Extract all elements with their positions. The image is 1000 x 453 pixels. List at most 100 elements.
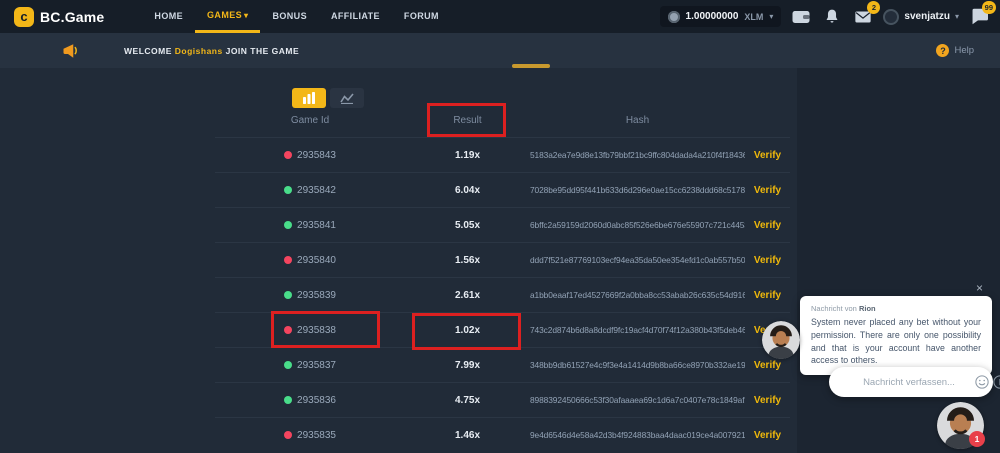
notifications-button[interactable]: [821, 7, 843, 27]
game-id: 2935836: [297, 395, 336, 406]
welcome-suffix: JOIN THE GAME: [226, 46, 300, 56]
result-value: 7.99x: [405, 360, 530, 371]
chat-sender: Rion: [859, 304, 876, 313]
username: svenjatzu: [904, 11, 950, 22]
status-dot: [284, 291, 292, 299]
help-label: Help: [954, 45, 974, 56]
hash-value: 8988392450666c53f30afaaaea69c1d6a7c0407e…: [530, 395, 745, 405]
table-row: 2935839 2.61x a1bb0eaaf17ed4527669f2a0bb…: [215, 277, 790, 312]
game-id: 2935835: [297, 430, 336, 441]
status-dot: [284, 431, 292, 439]
verify-button[interactable]: Verify: [745, 220, 790, 231]
close-icon[interactable]: ×: [976, 282, 983, 294]
trend-line-icon: [340, 93, 354, 104]
bcgame-logo[interactable]: c BC.Game: [14, 7, 104, 27]
active-tab-indicator: [512, 64, 550, 68]
bar-chart-icon: [302, 92, 316, 104]
verify-button[interactable]: Verify: [745, 255, 790, 266]
verify-button[interactable]: Verify: [745, 360, 790, 371]
status-dot: [284, 396, 292, 404]
hash-value: 743c2d874b6d8a8dcdf9fc19acf4d70f74f12a38…: [530, 325, 745, 335]
chat-sender-avatar: [762, 321, 800, 359]
chat-toggle-button[interactable]: 99: [968, 7, 990, 27]
hash-value: ddd7f521e87769103ecf94ea35da50ee354efd1c…: [530, 255, 745, 265]
all-bets-view-button[interactable]: [292, 88, 326, 108]
result-value: 5.05x: [405, 220, 530, 231]
game-id: 2935840: [297, 255, 336, 266]
logo-text: BC.Game: [40, 9, 104, 25]
table-row: 2935843 1.19x 5183a2ea7e9d8e13fb79bbf21b…: [215, 137, 790, 172]
coin-icon: [668, 11, 680, 23]
wallet-button[interactable]: [790, 7, 812, 27]
column-header-game-id: Game Id: [215, 115, 405, 126]
status-dot: [284, 186, 292, 194]
nav-games[interactable]: GAMES▾: [195, 0, 260, 33]
table-row: 2935840 1.56x ddd7f521e87769103ecf94ea35…: [215, 242, 790, 277]
chat-from: Nachricht von Rion: [811, 304, 981, 313]
nav-home[interactable]: HOME: [142, 0, 195, 33]
hash-value: 9e4d6546d4e58a42d3b4f924883baa4daac019ce…: [530, 430, 745, 440]
wallet-icon: [792, 10, 810, 24]
chat-badge: 99: [982, 1, 996, 14]
verify-button[interactable]: Verify: [745, 290, 790, 301]
table-row: 2935842 6.04x 7028be95dd95f441b633d6d296…: [215, 172, 790, 207]
chat-message-card: Nachricht von Rion System never placed a…: [800, 296, 992, 375]
bell-icon: [825, 9, 839, 24]
verify-button[interactable]: Verify: [745, 150, 790, 161]
balance-amount: 1.00000000: [686, 11, 739, 22]
table-row: 2935835 1.46x 9e4d6546d4e58a42d3b4f92488…: [215, 417, 790, 452]
trend-view-button[interactable]: [330, 88, 364, 108]
verify-button[interactable]: Verify: [745, 395, 790, 406]
welcome-message: WELCOME Dogishans JOIN THE GAME: [124, 46, 299, 56]
chat-input-bar: [829, 367, 993, 397]
column-header-hash: Hash: [530, 115, 745, 126]
user-menu[interactable]: svenjatzu ▾: [883, 9, 959, 25]
result-value: 1.46x: [405, 430, 530, 441]
balance-selector[interactable]: 1.00000000 XLM ▾: [660, 6, 782, 27]
hash-value: a1bb0eaaf17ed4527669f2a0bba8cc53abab26c6…: [530, 290, 745, 300]
help-link[interactable]: ? Help: [936, 44, 974, 57]
game-id: 2935843: [297, 150, 336, 161]
game-id: 2935842: [297, 185, 336, 196]
page: c BC.Game HOME GAMES▾ BONUS AFFILIATE FO…: [0, 0, 1000, 453]
annotation-box-game-id: [271, 311, 380, 348]
info-icon[interactable]: [993, 375, 1000, 389]
messages-badge: 2: [867, 1, 880, 14]
result-value: 2.61x: [405, 290, 530, 301]
game-id: 2935837: [297, 360, 336, 371]
result-value: 6.04x: [405, 185, 530, 196]
nav-bonus[interactable]: BONUS: [260, 0, 319, 33]
game-history-table: Game Id Result Hash 2935843 1.19x 5183a2…: [215, 103, 790, 452]
nav-affiliate[interactable]: AFFILIATE: [319, 0, 392, 33]
status-dot: [284, 256, 292, 264]
hash-value: 6bffc2a59159d2060d0abc85f526e6be676e5590…: [530, 220, 745, 230]
megaphone-icon: [62, 43, 80, 59]
chat-input[interactable]: [843, 377, 975, 388]
status-dot: [284, 361, 292, 369]
chevron-down-icon: ▾: [955, 12, 959, 21]
chat-message-text: System never placed any bet without your…: [811, 316, 981, 367]
verify-button[interactable]: Verify: [745, 185, 790, 196]
nav-forum[interactable]: FORUM: [392, 0, 451, 33]
table-row: 2935841 5.05x 6bffc2a59159d2060d0abc85f5…: [215, 207, 790, 242]
game-id: 2935839: [297, 290, 336, 301]
top-header: c BC.Game HOME GAMES▾ BONUS AFFILIATE FO…: [0, 0, 1000, 33]
messages-button[interactable]: 2: [852, 7, 874, 27]
chat-unread-badge: 1: [969, 431, 985, 447]
hash-value: 5183a2ea7e9d8e13fb79bbf21bc9ffc804dada4a…: [530, 150, 745, 160]
nav-games-label: GAMES: [207, 10, 242, 20]
table-row: 2935836 4.75x 8988392450666c53f30afaaaea…: [215, 382, 790, 417]
header-right: 1.00000000 XLM ▾: [660, 6, 990, 27]
question-mark-icon: ?: [936, 44, 949, 57]
annotation-box-result-value: [412, 313, 521, 350]
emoji-icon[interactable]: [975, 375, 989, 389]
annotation-box-result-header: [427, 103, 506, 137]
chevron-down-icon: ▾: [244, 11, 248, 20]
table-row: 2935837 7.99x 348bb9db61527e4c9f3e4a1414…: [215, 347, 790, 382]
chevron-down-icon: ▾: [769, 12, 773, 21]
user-avatar: [883, 9, 899, 25]
welcome-username: Dogishans: [175, 46, 223, 56]
hash-value: 7028be95dd95f441b633d6d296e0ae15cc6238dd…: [530, 185, 745, 195]
result-value: 1.56x: [405, 255, 530, 266]
verify-button[interactable]: Verify: [745, 430, 790, 441]
